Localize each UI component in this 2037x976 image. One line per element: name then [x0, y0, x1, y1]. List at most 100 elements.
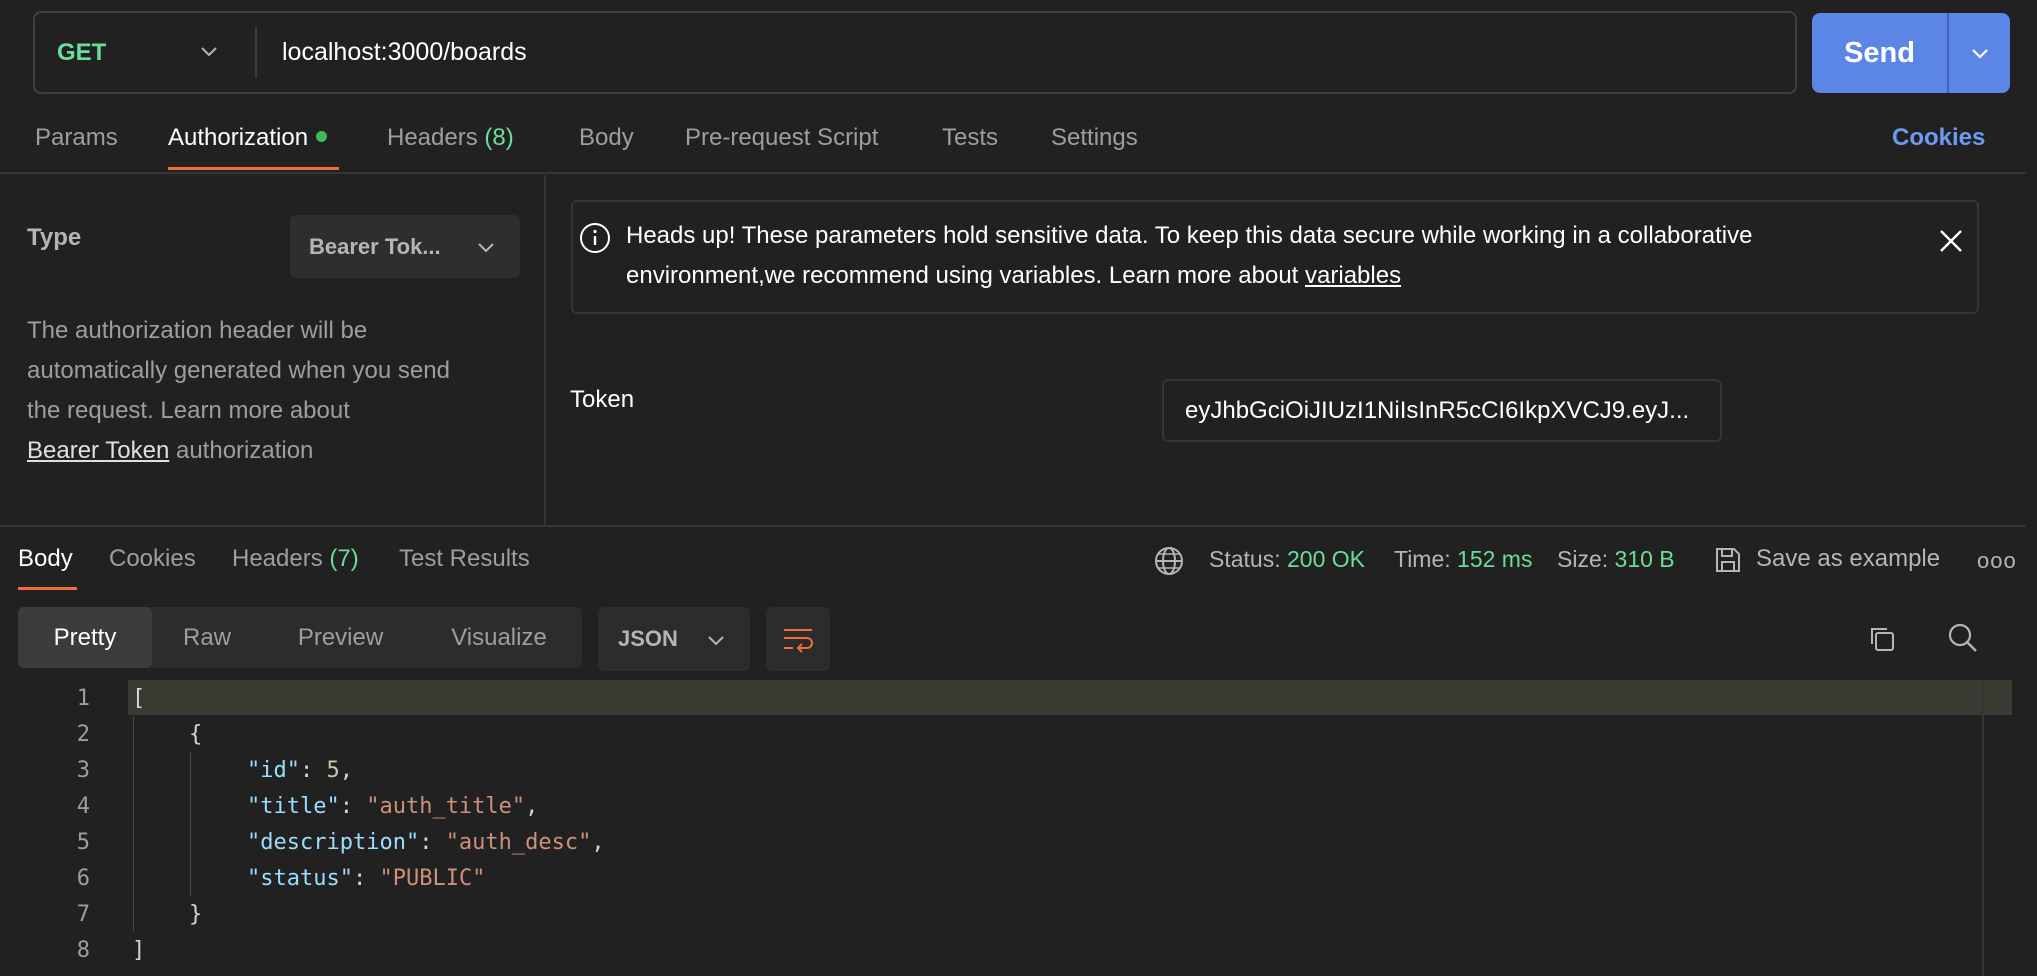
auth-desc-line: automatically generated when you send — [27, 357, 450, 384]
time-value: 152 ms — [1457, 546, 1533, 572]
editor-scrollbar[interactable] — [1982, 680, 1984, 976]
line-number: 8 — [76, 938, 90, 963]
globe-icon[interactable] — [1153, 545, 1185, 577]
headers-count: (7) — [329, 545, 359, 572]
tab-tests[interactable]: Tests — [942, 124, 998, 164]
size-readout[interactable]: Size: 310 B — [1557, 546, 1675, 573]
auth-desc-tail: authorization — [169, 437, 314, 464]
status-value: 200 OK — [1287, 546, 1365, 572]
code-line: } — [189, 902, 202, 927]
size-value: 310 B — [1614, 546, 1675, 572]
size-label: Size: — [1557, 546, 1609, 572]
method-select[interactable]: GET — [57, 11, 106, 94]
brace: } — [189, 902, 203, 927]
view-visualize-button[interactable]: Visualize — [419, 607, 579, 668]
response-tab-headers[interactable]: Headers (7) — [232, 545, 359, 573]
search-icon[interactable] — [1947, 622, 1979, 654]
tab-label: Settings — [1051, 124, 1138, 151]
auth-type-select[interactable]: Bearer Tok... — [290, 215, 520, 278]
more-options-icon[interactable]: ooo — [1977, 548, 2017, 574]
close-icon[interactable] — [1938, 228, 1964, 254]
status-label: Status: — [1209, 546, 1281, 572]
auth-type-label: Type — [27, 224, 82, 251]
format-select[interactable]: JSON — [598, 607, 750, 671]
modified-dot-icon — [316, 131, 328, 142]
view-raw-button[interactable]: Raw — [152, 607, 262, 668]
tab-settings[interactable]: Settings — [1051, 124, 1138, 164]
json-key: "status" — [247, 866, 353, 891]
url-input[interactable]: localhost:3000/boards — [282, 11, 527, 94]
code-line: { — [189, 722, 202, 747]
status-readout[interactable]: Status: 200 OK — [1209, 546, 1365, 573]
line-number: 5 — [76, 830, 90, 855]
url-divider — [255, 27, 257, 78]
notice-line: Heads up! These parameters hold sensitiv… — [626, 222, 1753, 249]
code-line: "id": 5, — [247, 758, 353, 783]
copy-icon[interactable] — [1867, 624, 1897, 654]
tab-label: Cookies — [109, 545, 196, 572]
indent-guide — [190, 752, 191, 896]
tab-label: Tests — [942, 124, 999, 151]
json-value: "PUBLIC" — [379, 866, 486, 891]
save-as-example-button[interactable]: Save as example — [1756, 545, 1940, 573]
tab-label: Authorization — [168, 124, 309, 151]
indent-guide — [133, 716, 134, 932]
chevron-down-icon — [708, 636, 724, 646]
method-label[interactable]: GET — [57, 39, 106, 67]
json-key: "description" — [247, 830, 420, 855]
send-label: Send — [1844, 36, 1915, 69]
bearer-token-link[interactable]: Bearer Token — [27, 437, 169, 464]
tab-pre-request-script[interactable]: Pre-request Script — [685, 124, 878, 164]
code-line: [ — [132, 686, 145, 711]
view-label: Visualize — [451, 623, 547, 651]
tab-params[interactable]: Params — [35, 124, 118, 164]
tab-headers[interactable]: Headers (8) — [387, 124, 514, 164]
code-line: ] — [132, 938, 145, 963]
info-icon — [580, 223, 610, 253]
response-tab-test-results[interactable]: Test Results — [399, 545, 530, 573]
line-number: 7 — [76, 902, 90, 927]
tab-body[interactable]: Body — [579, 124, 634, 164]
json-key: "title" — [247, 794, 340, 819]
active-tab-indicator — [18, 587, 77, 590]
auth-type-value: Bearer Tok... — [309, 233, 441, 259]
url-value[interactable]: localhost:3000/boards — [282, 38, 527, 67]
wrap-lines-button[interactable] — [766, 607, 830, 671]
send-button[interactable]: Send — [1812, 13, 1947, 93]
token-value[interactable]: eyJhbGciOiJIUzI1NiIsInR5cCI6IkpXVCJ9.eyJ… — [1185, 397, 1689, 425]
variables-link[interactable]: variables — [1305, 262, 1401, 289]
chevron-down-icon — [478, 243, 494, 253]
auth-desc-line: The authorization header will be — [27, 317, 368, 344]
active-tab-indicator — [168, 167, 339, 170]
tab-label: Body — [579, 124, 634, 151]
view-preview-button[interactable]: Preview — [262, 607, 419, 668]
bracket: [ — [132, 686, 146, 711]
send-options-button[interactable] — [1947, 13, 2010, 93]
time-label: Time: — [1394, 546, 1451, 572]
json-value: 5 — [326, 758, 340, 783]
chevron-down-icon — [1971, 49, 1988, 59]
line-number: 6 — [76, 866, 90, 891]
current-line-highlight — [128, 680, 2012, 715]
json-key: "id" — [247, 758, 300, 783]
notice-text: Heads up! These parameters hold sensitiv… — [626, 216, 1916, 296]
response-tab-body[interactable]: Body — [18, 545, 73, 573]
chevron-down-icon[interactable] — [198, 40, 220, 62]
time-readout[interactable]: Time: 152 ms — [1394, 546, 1532, 573]
token-input[interactable]: eyJhbGciOiJIUzI1NiIsInR5cCI6IkpXVCJ9.eyJ… — [1162, 379, 1722, 442]
response-tab-cookies[interactable]: Cookies — [109, 545, 196, 573]
save-icon[interactable] — [1713, 545, 1743, 575]
view-pretty-button[interactable]: Pretty — [18, 607, 152, 668]
code-line: "title": "auth_title", — [247, 794, 539, 819]
cookies-link[interactable]: Cookies — [1892, 124, 1985, 152]
tab-label: Body — [18, 545, 73, 572]
divider — [0, 525, 2026, 527]
wrap-lines-icon — [784, 629, 813, 653]
json-value: "auth_title" — [366, 794, 526, 819]
headers-count: (8) — [484, 124, 514, 151]
tab-authorization[interactable]: Authorization — [168, 124, 328, 164]
panel-divider — [544, 175, 546, 526]
view-label: Pretty — [53, 623, 117, 651]
brace: { — [189, 722, 203, 747]
tab-label: Pre-request Script — [685, 124, 879, 151]
